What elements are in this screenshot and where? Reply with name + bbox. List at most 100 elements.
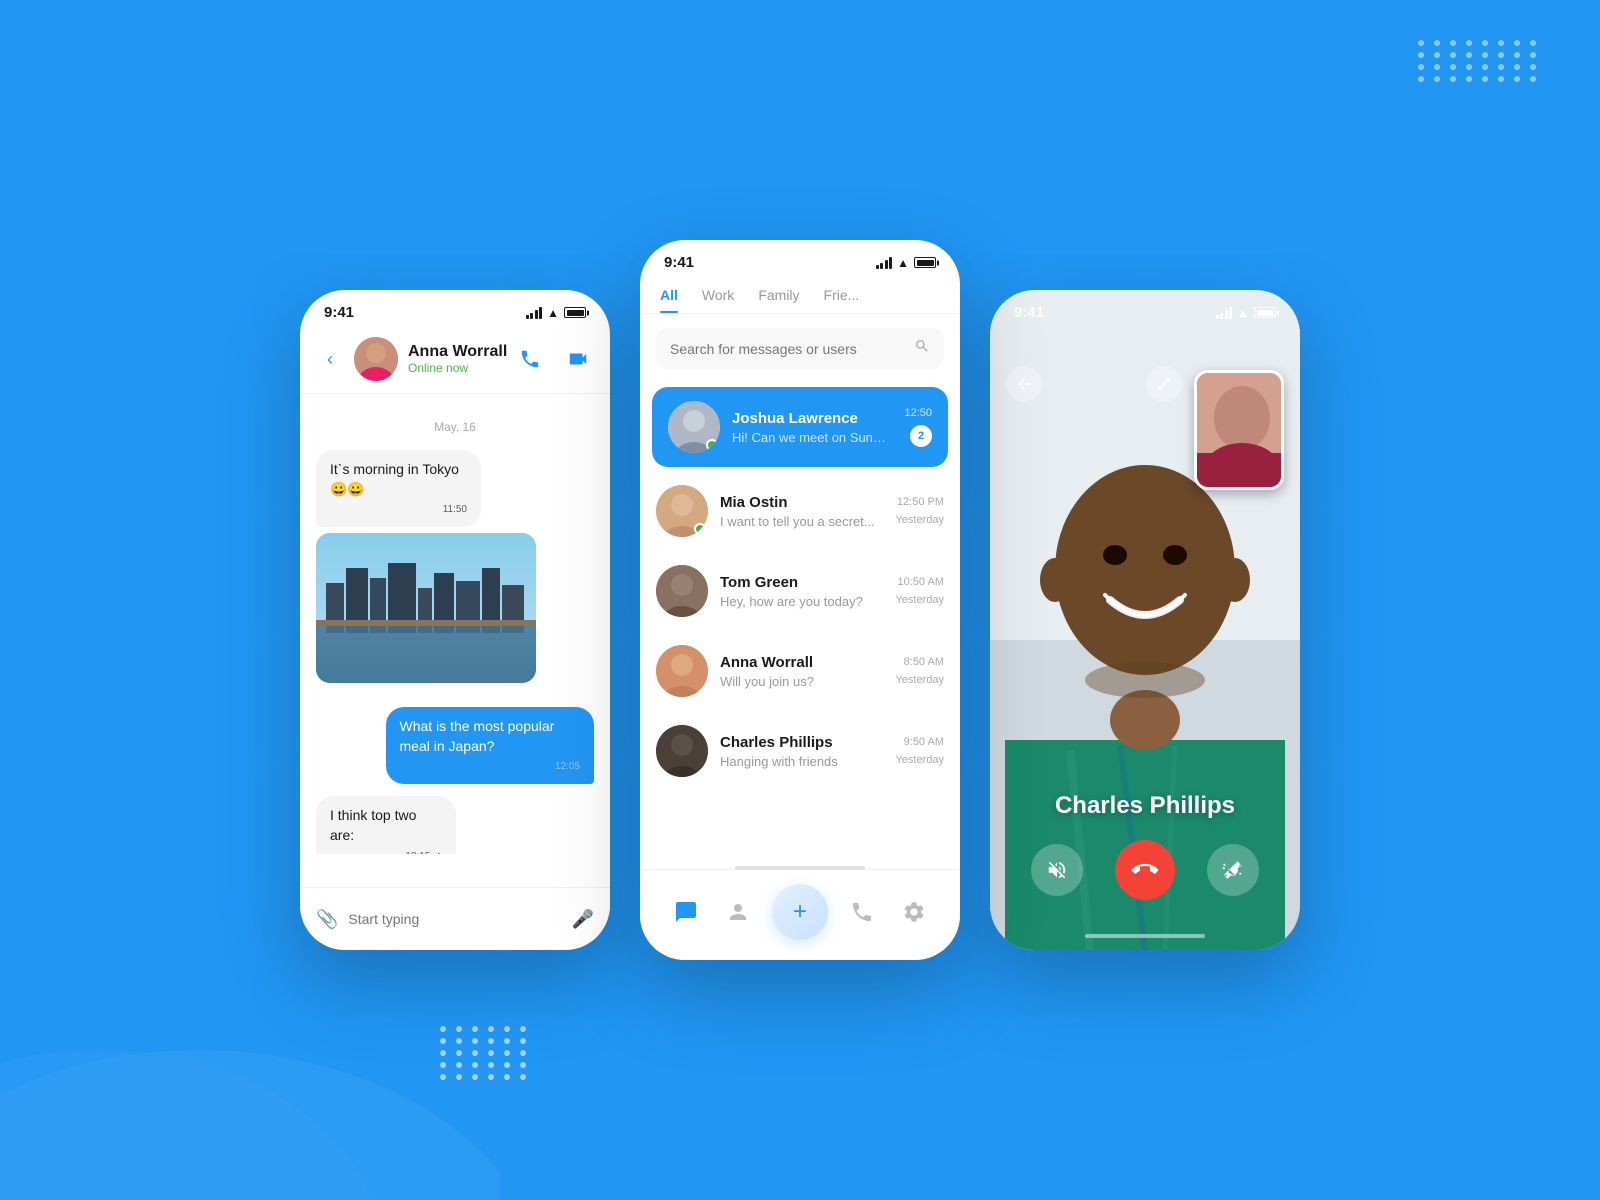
call-status-bar: 9:41 ▲ (990, 290, 1300, 329)
conversation-mia[interactable]: Mia Ostin I want to tell you a secret...… (640, 471, 960, 551)
message-time: 11:50 (330, 503, 467, 517)
mute-button[interactable] (1031, 844, 1083, 896)
nav-settings-button[interactable] (896, 894, 932, 930)
call-battery (1254, 307, 1276, 318)
end-call-button[interactable] (1115, 840, 1175, 900)
tab-friends[interactable]: Frie... (824, 287, 860, 313)
contact-avatar (354, 337, 398, 381)
conversation-preview-charles: Hanging with friends (720, 754, 883, 769)
list-wifi-icon: ▲ (897, 256, 909, 270)
list-status-icons: ▲ (876, 256, 936, 270)
conversation-time-anna: 8:50 AM (904, 656, 944, 668)
conversation-date-mia: Yesterday (895, 514, 944, 526)
chat-battery-fill (567, 310, 584, 316)
message-bubble-received: It`s morning in Tokyo 😀😀 11:50 (316, 450, 481, 527)
caller-info-section: Charles Phillips (990, 792, 1300, 820)
attach-icon[interactable]: 📎 (316, 909, 338, 930)
phone-chat: 9:41 ▲ ‹ (300, 290, 610, 950)
search-icon[interactable] (914, 338, 930, 359)
call-status-time: 9:41 (1014, 304, 1044, 321)
avatar-joshua (668, 401, 720, 453)
conversation-content-anna: Anna Worrall Will you join us? (720, 654, 883, 689)
microphone-icon[interactable]: 🎤 (572, 909, 594, 930)
message-bubble-received-2: I think top two are: 12:15 ✓ (316, 796, 456, 854)
contact-status: Online now (408, 361, 514, 375)
conversation-tom[interactable]: Tom Green Hey, how are you today? 10:50 … (640, 551, 960, 631)
category-tabs: All Work Family Frie... (640, 279, 960, 314)
conversation-time-mia: 12:50 PM (897, 496, 944, 508)
nav-contacts-button[interactable] (720, 894, 756, 930)
nav-chat-button[interactable] (668, 894, 704, 930)
chat-status-time: 9:41 (324, 304, 354, 321)
tab-all[interactable]: All (660, 287, 678, 313)
phone-messages-list: 9:41 ▲ All Work Family Frie... (640, 240, 960, 960)
conversation-date-charles: Yesterday (895, 754, 944, 766)
self-video-preview (1194, 370, 1284, 490)
online-indicator-mia (694, 523, 706, 535)
unread-badge-joshua: 2 (910, 425, 932, 447)
compose-plus-icon: + (793, 898, 807, 926)
message-input[interactable] (348, 900, 561, 938)
message-top-two: I think top two are: 12:15 ✓ (316, 796, 594, 854)
list-battery-fill (917, 260, 934, 266)
conversation-time-charles: 9:50 AM (904, 736, 944, 748)
nav-phone-button[interactable] (844, 894, 880, 930)
chat-wifi-icon: ▲ (547, 306, 559, 320)
message-time: 12:05 (400, 760, 581, 774)
scroll-indicator (735, 866, 865, 870)
conversation-anna[interactable]: Anna Worrall Will you join us? 8:50 AM Y… (640, 631, 960, 711)
expand-button[interactable] (1146, 366, 1182, 402)
phones-container: 9:41 ▲ ‹ (300, 240, 1300, 960)
list-battery (914, 257, 936, 268)
call-status-icons: ▲ (1216, 306, 1276, 320)
call-controls (990, 840, 1300, 900)
contact-name: Anna Worrall (408, 343, 514, 361)
message-bubble-sent: What is the most popular meal in Japan? … (386, 707, 595, 784)
conversation-list: Joshua Lawrence Hi! Can we meet on Sunda… (640, 383, 960, 813)
back-button[interactable]: ‹ (316, 345, 344, 373)
chat-status-icons: ▲ (526, 306, 586, 320)
search-input[interactable] (670, 341, 904, 357)
chat-battery (564, 307, 586, 318)
conversation-content-mia: Mia Ostin I want to tell you a secret... (720, 494, 883, 529)
chat-action-buttons (514, 343, 594, 375)
conversation-meta-joshua: 12:50 2 (904, 407, 932, 447)
message-time-2: 12:15 ✓ (330, 850, 442, 854)
conversation-date-tom: Yesterday (895, 594, 944, 606)
avatar-charles (656, 725, 708, 777)
conversation-charles[interactable]: Charles Phillips Hanging with friends 9:… (640, 711, 960, 791)
chat-messages: May, 16 It`s morning in Tokyo 😀😀 11:50 (300, 394, 610, 854)
camera-off-button[interactable] (1207, 844, 1259, 896)
list-signal (876, 257, 893, 269)
message-text: It`s morning in Tokyo 😀😀 (330, 461, 459, 497)
conversation-joshua[interactable]: Joshua Lawrence Hi! Can we meet on Sunda… (652, 387, 948, 467)
conversation-name-mia: Mia Ostin (720, 494, 883, 511)
call-wifi-icon: ▲ (1237, 306, 1249, 320)
conversation-name-anna: Anna Worrall (720, 654, 883, 671)
caller-name-label: Charles Phillips (990, 792, 1300, 820)
video-call-button[interactable] (562, 343, 594, 375)
call-back-button[interactable] (1006, 366, 1042, 402)
message-tokyo-text: It`s morning in Tokyo 😀😀 11:50 (316, 450, 594, 695)
tab-work[interactable]: Work (702, 287, 734, 313)
conversation-preview-mia: I want to tell you a secret... (720, 514, 883, 529)
tokyo-city-image (316, 533, 536, 683)
conversation-name-tom: Tom Green (720, 574, 883, 591)
conversation-meta-tom: 10:50 AM Yesterday (895, 576, 944, 606)
chat-input-bar: 📎 🎤 (300, 887, 610, 950)
conversation-meta-anna: 8:50 AM Yesterday (895, 656, 944, 686)
list-status-bar: 9:41 ▲ (640, 240, 960, 279)
conversation-preview-joshua: Hi! Can we meet on Sunday? (732, 430, 892, 445)
list-status-time: 9:41 (664, 254, 694, 271)
bg-dots-top-right (1418, 40, 1540, 82)
conversation-name-charles: Charles Phillips (720, 734, 883, 751)
conversation-meta-mia: 12:50 PM Yesterday (895, 496, 944, 526)
conversation-name-joshua: Joshua Lawrence (732, 410, 892, 427)
message-japan-question: What is the most popular meal in Japan? … (316, 707, 594, 784)
tab-family[interactable]: Family (758, 287, 799, 313)
voice-call-button[interactable] (514, 343, 546, 375)
bottom-navigation: + (640, 869, 960, 960)
conversation-date-anna: Yesterday (895, 674, 944, 686)
chat-signal (526, 307, 543, 319)
compose-fab-button[interactable]: + (772, 884, 828, 940)
